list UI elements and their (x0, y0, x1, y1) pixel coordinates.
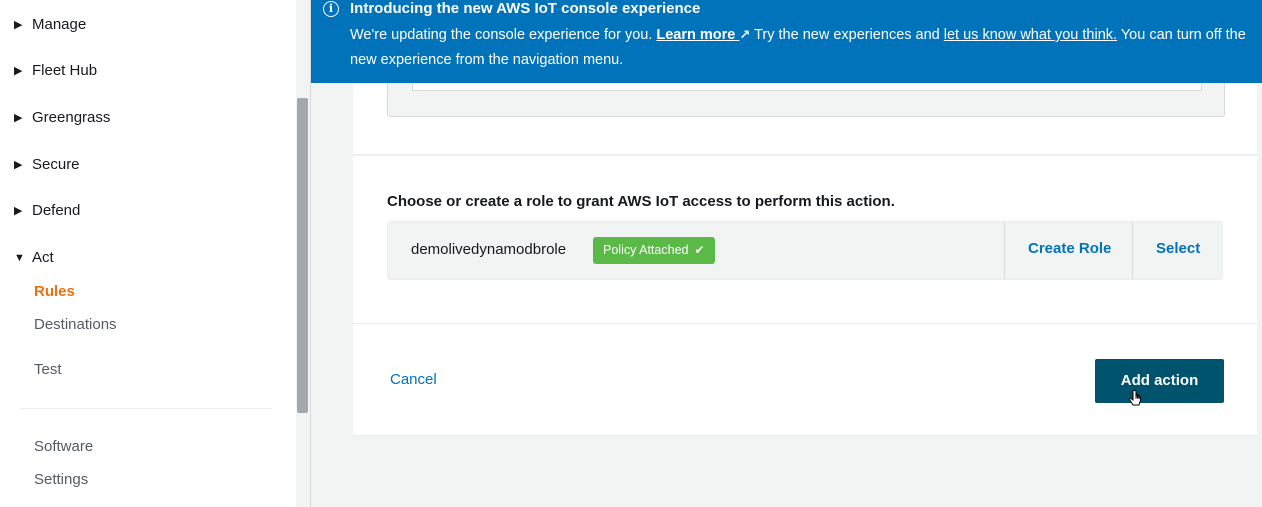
hand-cursor-icon (1128, 390, 1141, 406)
info-icon: i (323, 1, 339, 17)
learn-more-label: Learn more (656, 27, 736, 43)
caret-right-icon: ▶ (14, 112, 23, 124)
nav-group-label: Manage (32, 16, 87, 33)
nav-group-greengrass[interactable]: ▶ Greengrass (14, 109, 110, 126)
add-action-button[interactable]: Add action (1095, 359, 1224, 403)
caret-right-icon: ▶ (14, 19, 23, 31)
banner-text: Try the new experiences and (750, 27, 944, 43)
sidebar-scrollbar-thumb[interactable] (297, 98, 308, 413)
sidebar-item-rules[interactable]: Rules (34, 283, 75, 300)
form-actions-card: Cancel Add action (353, 324, 1257, 436)
new-console-banner: i Introducing the new AWS IoT console ex… (311, 0, 1262, 83)
nav-divider (20, 408, 272, 409)
sidebar-item-destinations[interactable]: Destinations (34, 316, 117, 333)
banner-title: Introducing the new AWS IoT console expe… (350, 0, 701, 17)
nav-group-label: Act (32, 249, 54, 266)
previous-field-container (387, 83, 1225, 117)
external-link-icon: ↗ (739, 27, 751, 42)
nav-group-label: Defend (32, 202, 81, 219)
previous-input-field[interactable] (412, 83, 1202, 91)
nav-group-label: Fleet Hub (32, 62, 98, 79)
role-name: demolivedynamodbrole (411, 241, 567, 258)
policy-attached-badge: Policy Attached ✔ (593, 237, 715, 264)
check-icon: ✔ (694, 243, 705, 257)
previous-section-card (353, 83, 1257, 155)
caret-right-icon: ▶ (14, 65, 23, 77)
role-heading: Choose or create a role to grant AWS IoT… (387, 193, 895, 210)
nav-group-fleet-hub[interactable]: ▶ Fleet Hub (14, 62, 97, 79)
role-selector: demolivedynamodbrole Policy Attached ✔ C… (387, 221, 1223, 280)
role-divider (1132, 222, 1133, 279)
badge-label: Policy Attached (603, 243, 689, 257)
role-divider (1004, 222, 1005, 279)
navigation-sidebar: ▶ Manage ▶ Fleet Hub ▶ Greengrass ▶ Secu… (0, 0, 296, 507)
create-role-button[interactable]: Create Role (1028, 240, 1111, 257)
nav-group-act[interactable]: ▼ Act (14, 249, 54, 266)
sidebar-item-settings[interactable]: Settings (34, 471, 88, 488)
learn-more-link[interactable]: Learn more ↗ (656, 27, 750, 43)
caret-down-icon: ▼ (14, 251, 25, 264)
caret-right-icon: ▶ (14, 205, 23, 217)
nav-group-label: Secure (32, 156, 80, 173)
feedback-link[interactable]: let us know what you think. (944, 27, 1117, 43)
sidebar-item-software[interactable]: Software (34, 438, 93, 455)
banner-message: We're updating the console experience fo… (350, 22, 1255, 73)
role-section-card: Choose or create a role to grant AWS IoT… (353, 156, 1257, 324)
banner-text: We're updating the console experience fo… (350, 27, 657, 43)
nav-group-defend[interactable]: ▶ Defend (14, 202, 80, 219)
nav-group-manage[interactable]: ▶ Manage (14, 16, 86, 33)
select-role-button[interactable]: Select (1156, 240, 1200, 257)
nav-group-secure[interactable]: ▶ Secure (14, 156, 80, 173)
sidebar-item-test[interactable]: Test (34, 361, 62, 378)
caret-right-icon: ▶ (14, 159, 23, 171)
nav-group-label: Greengrass (32, 109, 111, 126)
cancel-button[interactable]: Cancel (390, 371, 437, 388)
